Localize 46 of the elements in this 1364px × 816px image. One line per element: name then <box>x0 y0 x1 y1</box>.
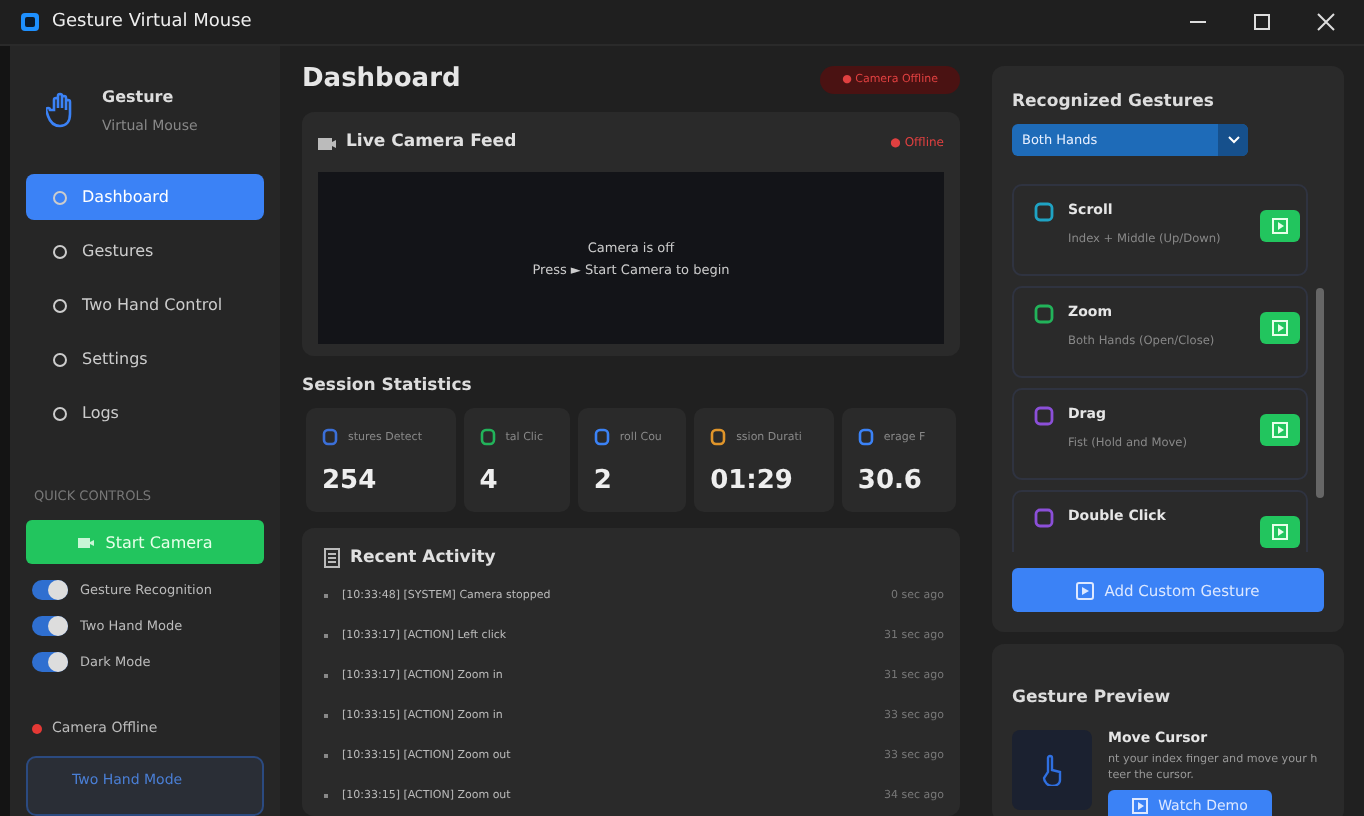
window-title: Gesture Virtual Mouse <box>52 12 252 32</box>
play-icon <box>1272 524 1288 540</box>
status-dot-icon <box>32 723 42 733</box>
camera-icon <box>77 535 94 549</box>
card-title: Recognized Gestures <box>1012 92 1216 112</box>
play-button[interactable] <box>1260 516 1300 548</box>
toggle-switch[interactable] <box>32 580 68 600</box>
chevron-down-icon <box>1227 136 1239 144</box>
toggle-switch[interactable] <box>32 652 68 672</box>
nav-item[interactable]: Gestures <box>26 228 264 274</box>
camera-icon <box>318 134 336 150</box>
toggle-switch[interactable] <box>32 616 68 636</box>
page-title: Dashboard <box>302 64 461 94</box>
app-icon <box>20 12 40 32</box>
card-title: Live Camera Feed <box>346 132 517 152</box>
stat-value: 30.6 <box>857 466 924 496</box>
log-icon <box>324 548 340 568</box>
nav-icon <box>52 351 68 367</box>
pointing-hand-icon <box>1042 754 1062 786</box>
nav-item[interactable]: Two Hand Control <box>26 282 264 328</box>
play-icon <box>1132 798 1149 814</box>
nav-icon <box>52 243 68 259</box>
nav-item[interactable]: Settings <box>26 336 264 382</box>
card-title: Recent Activity <box>350 548 496 568</box>
play-button[interactable] <box>1260 210 1300 242</box>
play-button[interactable] <box>1260 312 1300 344</box>
stat-value: 254 <box>322 466 379 496</box>
nav-icon <box>52 297 68 313</box>
play-button[interactable] <box>1260 414 1300 446</box>
nav-icon <box>52 189 68 205</box>
app-name: Gesture <box>102 87 176 105</box>
play-icon <box>1076 581 1095 599</box>
stat-value: 01:29 <box>710 466 795 496</box>
nav-item[interactable]: Dashboard <box>26 174 264 220</box>
maximize-icon[interactable] <box>1252 12 1272 32</box>
nav-icon <box>52 405 68 421</box>
play-icon <box>1272 422 1288 438</box>
play-icon <box>1272 218 1288 234</box>
nav-item[interactable]: Logs <box>26 390 264 436</box>
stat-value: 2 <box>593 466 614 496</box>
section-title: Session Statistics <box>302 376 474 396</box>
card-title: Gesture Preview <box>1012 688 1171 708</box>
stat-value: 4 <box>479 466 500 496</box>
scrollbar[interactable] <box>1316 288 1324 498</box>
play-icon <box>1272 320 1288 336</box>
close-icon[interactable] <box>1316 12 1336 32</box>
